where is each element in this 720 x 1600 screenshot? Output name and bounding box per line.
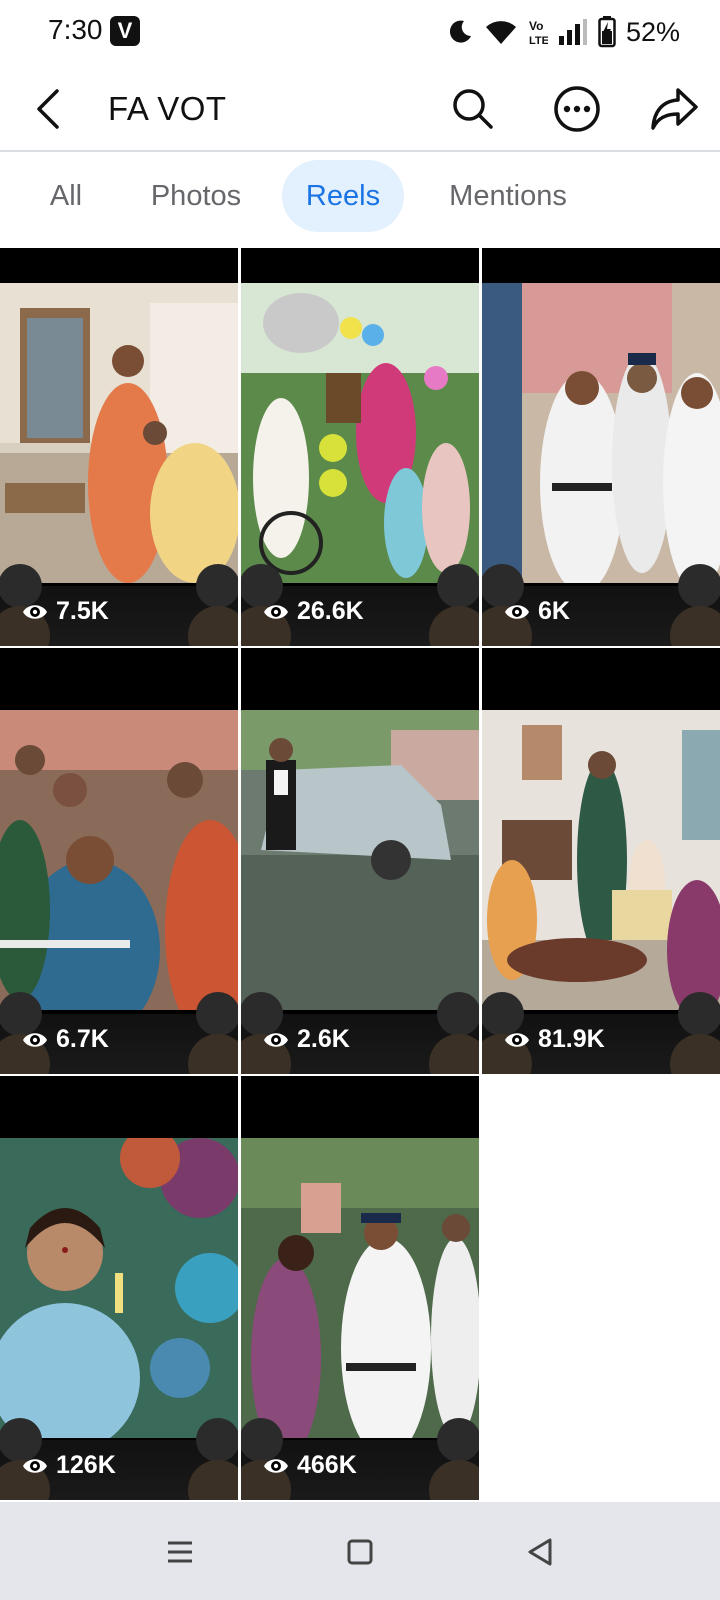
host-faces-overlay <box>241 564 479 646</box>
back-icon <box>528 1538 552 1566</box>
view-count-label: 26.6K <box>297 597 364 625</box>
view-count-label: 2.6K <box>297 1025 350 1053</box>
status-bar: 7:30 V Vo LTE 52% <box>0 0 720 66</box>
host-faces-overlay <box>241 1418 479 1500</box>
more-options-icon <box>554 86 600 132</box>
share-button[interactable] <box>650 84 700 134</box>
do-not-disturb-moon-icon <box>449 20 471 43</box>
back-arrow-icon <box>37 89 59 129</box>
view-count: 81.9K <box>504 1025 605 1054</box>
tab-all[interactable]: All <box>30 160 102 232</box>
reel-tile[interactable]: 2.6K <box>241 648 479 1074</box>
reel-thumbnail <box>482 710 720 1010</box>
wifi-icon <box>485 21 516 44</box>
reel-thumbnail <box>0 283 238 583</box>
view-count: 7.5K <box>22 597 109 626</box>
system-back-button[interactable] <box>518 1530 562 1574</box>
view-count-label: 6.7K <box>56 1025 109 1053</box>
signal-icon <box>558 19 587 45</box>
notification-badge: V <box>110 16 140 46</box>
svg-text:LTE: LTE <box>529 35 548 47</box>
tab-mentions[interactable]: Mentions <box>432 160 584 232</box>
view-count-label: 126K <box>56 1451 116 1479</box>
view-count: 466K <box>263 1451 357 1480</box>
host-faces-overlay <box>482 992 720 1074</box>
reel-tile[interactable]: 7.5K <box>0 248 238 646</box>
filter-tabs: All Photos Reels Mentions <box>0 152 720 248</box>
search-icon <box>453 89 493 129</box>
reel-tile[interactable]: 6K <box>482 248 720 646</box>
home-button[interactable] <box>338 1530 382 1574</box>
battery-percent: 52% <box>625 16 680 47</box>
eye-icon <box>264 1458 288 1473</box>
screen: 7:30 V Vo LTE 52% FA VOT All Photos Reel… <box>0 0 720 1600</box>
home-icon <box>347 1539 373 1565</box>
host-faces-overlay <box>0 1418 238 1500</box>
volte-icon: Vo LTE <box>529 19 548 47</box>
reel-thumbnail <box>0 1138 238 1438</box>
battery-charging-icon <box>598 16 616 48</box>
eye-icon <box>264 604 288 619</box>
eye-icon <box>264 1032 288 1047</box>
view-count-label: 466K <box>297 1451 357 1479</box>
view-count-label: 6K <box>538 597 570 625</box>
reel-thumbnail <box>241 710 479 1010</box>
eye-icon <box>23 1458 47 1473</box>
host-faces-overlay <box>482 564 720 646</box>
eye-icon <box>23 604 47 619</box>
system-nav-bar <box>0 1502 720 1600</box>
view-count: 26.6K <box>263 597 364 626</box>
search-button[interactable] <box>448 84 498 134</box>
reel-tile[interactable]: 466K <box>241 1076 479 1500</box>
reel-thumbnail <box>0 710 238 1010</box>
eye-icon <box>23 1032 47 1047</box>
reel-tile[interactable]: 26.6K <box>241 248 479 646</box>
reel-thumbnail <box>482 283 720 583</box>
view-count-label: 81.9K <box>538 1025 605 1053</box>
svg-text:Vo: Vo <box>529 19 543 33</box>
status-icons: Vo LTE 52% <box>446 14 680 50</box>
view-count: 126K <box>22 1451 116 1480</box>
eye-icon <box>505 604 529 619</box>
tab-reels[interactable]: Reels <box>282 160 404 232</box>
status-time: 7:30 <box>48 14 103 45</box>
view-count-label: 7.5K <box>56 597 109 625</box>
view-count: 6K <box>504 597 570 626</box>
recent-apps-icon <box>168 1541 192 1563</box>
share-icon <box>651 88 698 130</box>
host-faces-overlay <box>241 992 479 1074</box>
reel-tile[interactable]: 126K <box>0 1076 238 1500</box>
view-count: 6.7K <box>22 1025 109 1054</box>
eye-icon <box>505 1032 529 1047</box>
view-count: 2.6K <box>263 1025 350 1054</box>
reel-tile[interactable]: 6.7K <box>0 648 238 1074</box>
host-faces-overlay <box>0 564 238 646</box>
tab-photos[interactable]: Photos <box>138 160 254 232</box>
back-button[interactable] <box>28 86 68 132</box>
recent-apps-button[interactable] <box>158 1530 202 1574</box>
page-title: FA VOT <box>108 90 227 127</box>
reel-tile[interactable]: 81.9K <box>482 648 720 1074</box>
more-options-button[interactable] <box>552 84 602 134</box>
page-header: FA VOT <box>0 66 720 152</box>
host-faces-overlay <box>0 992 238 1074</box>
reel-thumbnail <box>241 1138 479 1438</box>
reel-thumbnail <box>241 283 479 583</box>
